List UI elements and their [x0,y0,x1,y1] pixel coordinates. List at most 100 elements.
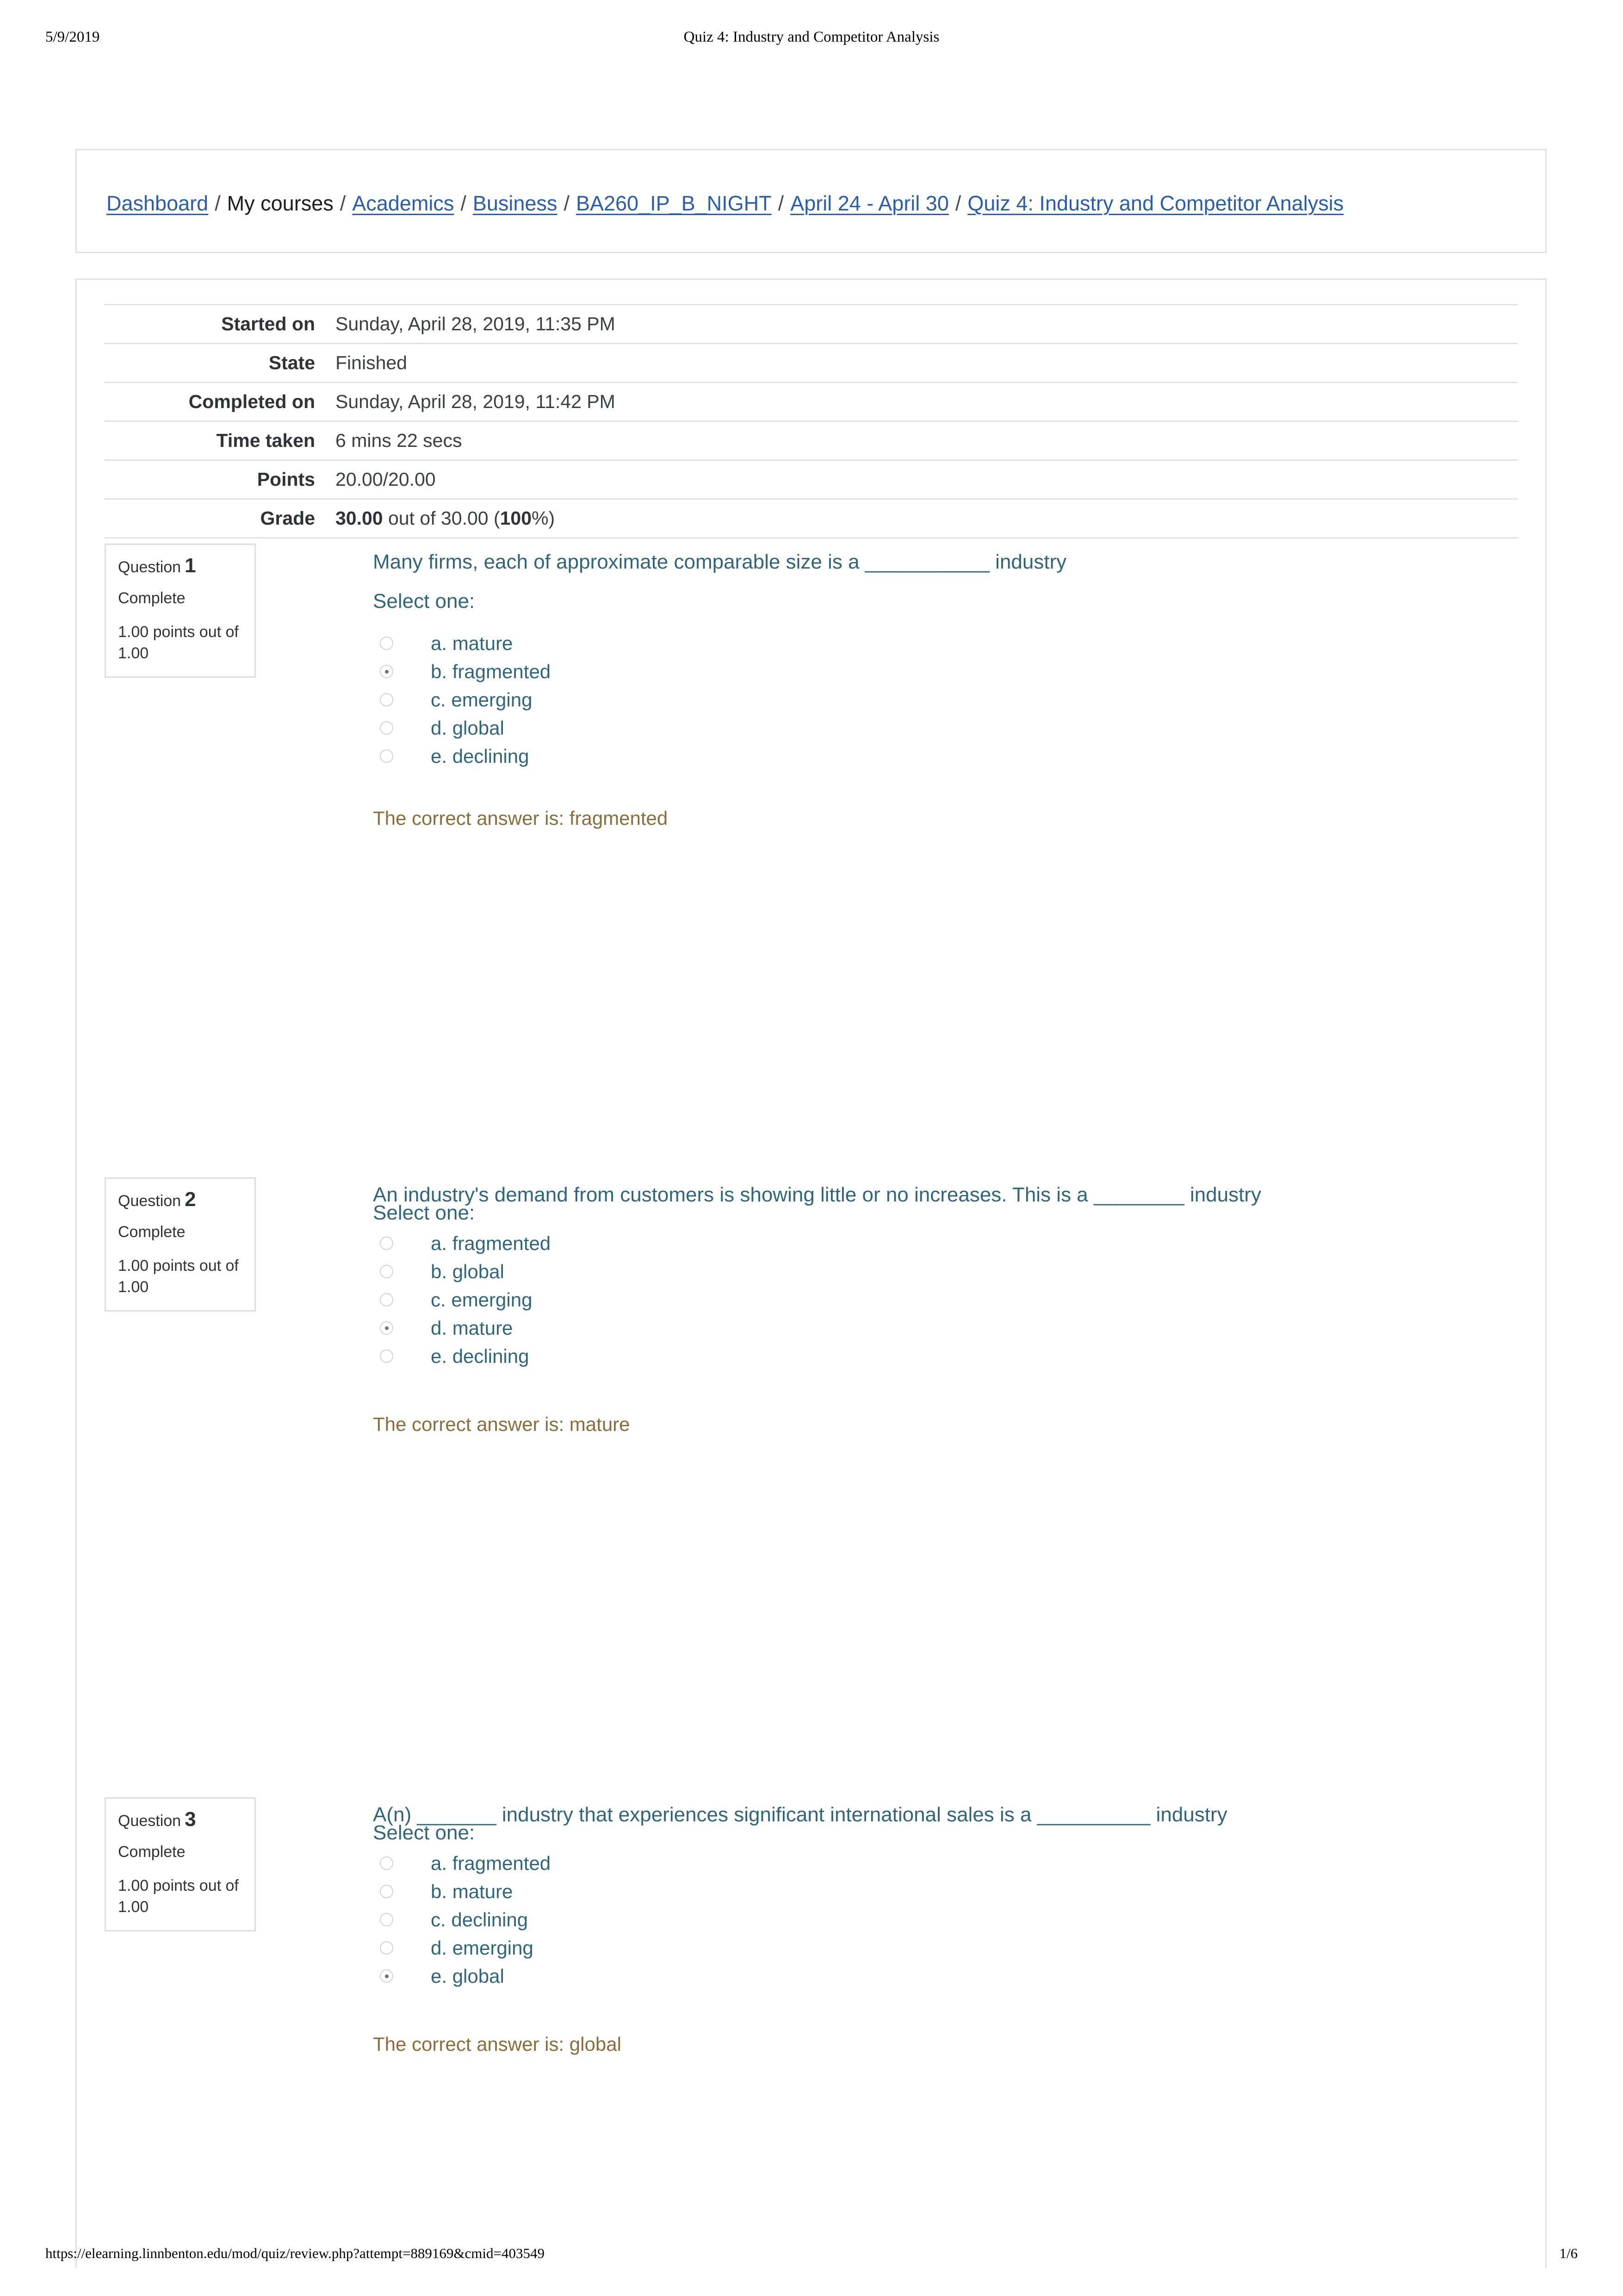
answer-option-label: b. mature [431,1881,513,1902]
question-number-line: Question 3 [118,1808,242,1831]
print-footer: https://elearning.linnbenton.edu/mod/qui… [0,2245,1623,2264]
answer-option[interactable]: d. global [373,714,1113,742]
attempt-summary-table: Started on Sunday, April 28, 2019, 11:35 … [105,304,1518,538]
summary-value-grade: 30.00 out of 30.00 (100%) [325,499,1518,538]
grade-percent: 100 [500,507,532,529]
answer-option[interactable]: b. mature [373,1877,1113,1906]
question-number-label: Question [118,558,181,576]
breadcrumb-item-ba260-ip-b-night[interactable]: BA260_IP_B_NIGHT [576,192,772,215]
breadcrumb: Dashboard / My courses / Academics / Business /… [106,193,1344,214]
print-footer-page-number: 1/6 [1559,2245,1578,2261]
correct-answer-feedback: The correct answer is: mature [373,1413,630,1435]
question-number-value: 3 [185,1808,196,1831]
question-info-box: Question 2 Complete 1.00 points out of 1.00 [105,1177,256,1312]
breadcrumb-separator: / [955,192,961,215]
answer-option-label: d. global [431,717,504,739]
question-text: Many firms, each of approximate comparab… [373,551,1067,573]
radio-button-icon[interactable] [380,1857,393,1870]
breadcrumb-item-april-24-april-30[interactable]: April 24 - April 30 [790,192,949,215]
radio-button-selected-icon[interactable] [380,665,393,678]
radio-button-icon[interactable] [380,1293,393,1306]
summary-row: State Finished [105,343,1518,383]
select-one-label: Select one: [373,1821,475,1844]
print-header: 5/9/2019 Quiz 4: Industry and Competitor… [0,29,1623,47]
breadcrumb-panel: Dashboard / My courses / Academics / Business /… [75,149,1547,253]
question-text: A(n) _______ industry that experiences s… [373,1803,1227,1826]
radio-button-icon[interactable] [380,1885,393,1898]
radio-button-icon[interactable] [380,721,393,735]
summary-label: Grade [260,507,316,529]
answer-option[interactable]: d. mature [373,1314,1113,1342]
radio-button-selected-icon[interactable] [380,1969,393,1983]
question-state: Complete [118,1843,186,1861]
answer-option-label: d. mature [431,1317,513,1339]
answer-option[interactable]: d. emerging [373,1934,1113,1962]
answer-options: a. mature b. fragmented c. emerging d. glob… [373,629,1113,770]
radio-button-icon[interactable] [380,749,393,763]
radio-button-icon[interactable] [380,1237,393,1250]
print-footer-url: https://elearning.linnbenton.edu/mod/qui… [45,2245,545,2261]
grade-score: 30.00 [335,507,383,529]
summary-row: Completed on Sunday, April 28, 2019, 11:4… [105,382,1518,421]
breadcrumb-item-dashboard[interactable]: Dashboard [106,192,208,215]
quiz-review-panel: Started on Sunday, April 28, 2019, 11:35 … [75,278,1547,2268]
answer-options: a. fragmented b. global c. emerging d. matu… [373,1229,1113,1370]
summary-value: 6 mins 22 secs [335,430,462,451]
answer-options: a. fragmented b. mature c. declining d. eme… [373,1849,1113,1990]
question-number-value: 2 [185,1188,196,1211]
question-text: An industry's demand from customers is s… [373,1183,1262,1206]
answer-option[interactable]: a. mature [373,629,1113,657]
radio-button-selected-icon[interactable] [380,1321,393,1335]
answer-option-label: a. fragmented [431,1232,551,1254]
breadcrumb-separator: / [460,192,466,215]
summary-row: Time taken 6 mins 22 secs [105,421,1518,460]
question-state: Complete [118,589,186,607]
answer-option[interactable]: e. declining [373,1342,1113,1370]
breadcrumb-separator: / [564,192,570,215]
breadcrumb-item-business[interactable]: Business [473,192,558,215]
answer-option[interactable]: e. declining [373,742,1113,770]
answer-option-label: e. declining [431,1345,529,1367]
summary-label: Time taken [216,430,315,451]
answer-option-label: e. global [431,1965,504,1987]
answer-option-label: b. global [431,1261,504,1282]
answer-option-label: c. declining [431,1909,528,1931]
grade-percent-suffix: %) [532,507,555,529]
breadcrumb-item-academics[interactable]: Academics [352,192,454,215]
correct-answer-feedback: The correct answer is: fragmented [373,807,668,829]
question-number-label: Question [118,1812,181,1830]
breadcrumb-separator: / [215,192,221,215]
answer-option[interactable]: a. fragmented [373,1849,1113,1877]
question-grade: 1.00 points out of 1.00 [118,1256,239,1296]
radio-button-icon[interactable] [380,637,393,650]
question-number-line: Question 2 [118,1188,242,1211]
question-info-box: Question 1 Complete 1.00 points out of 1.00 [105,544,256,678]
question-state: Complete [118,1223,186,1241]
radio-button-icon[interactable] [380,1941,393,1955]
answer-option[interactable]: c. emerging [373,686,1113,714]
breadcrumb-separator: / [778,192,784,215]
answer-option-label: a. fragmented [431,1852,551,1874]
answer-option[interactable]: b. global [373,1257,1113,1286]
radio-button-icon[interactable] [380,1265,393,1278]
answer-option-label: c. emerging [431,1289,533,1311]
print-header-title: Quiz 4: Industry and Competitor Analysis [683,29,940,45]
answer-option-label: a. mature [431,632,513,654]
summary-label: State [268,352,315,373]
answer-option-label: b. fragmented [431,661,551,682]
answer-option[interactable]: a. fragmented [373,1229,1113,1257]
answer-option[interactable]: e. global [373,1962,1113,1990]
radio-button-icon[interactable] [380,693,393,706]
summary-value: Sunday, April 28, 2019, 11:42 PM [335,391,615,412]
summary-value: Sunday, April 28, 2019, 11:35 PM [335,313,615,334]
radio-button-icon[interactable] [380,1913,393,1926]
radio-button-icon[interactable] [380,1349,393,1363]
answer-option[interactable]: b. fragmented [373,657,1113,686]
answer-option[interactable]: c. declining [373,1906,1113,1934]
summary-label: Points [257,469,315,490]
breadcrumb-item-quiz-4-industry-and-competitor-analysis[interactable]: Quiz 4: Industry and Competitor Analysis [967,192,1344,215]
summary-label: Started on [221,313,315,334]
answer-option-label: c. emerging [431,689,533,711]
question-number-line: Question 1 [118,555,242,576]
answer-option[interactable]: c. emerging [373,1286,1113,1314]
